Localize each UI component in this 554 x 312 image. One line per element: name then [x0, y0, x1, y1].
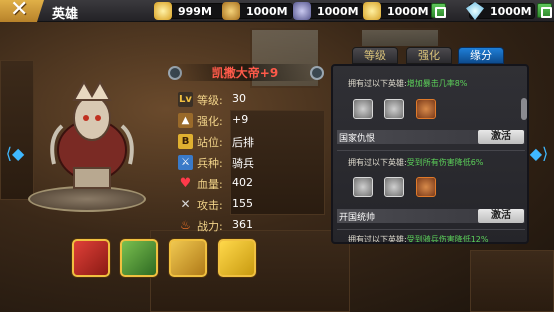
close-button[interactable]: ✕ — [0, 0, 44, 22]
fate-panel: 拥有过以下英雄:增加暴击几率8% 国家仇恨 激活 拥有过以下英雄:受到所有伤害降… — [331, 64, 529, 244]
fate-name: 国家仇恨 — [339, 134, 376, 144]
resource-gold-ingot: 1000M — [363, 2, 434, 20]
skill-tower-icon[interactable] — [120, 239, 158, 277]
resource-ore: 1000M — [222, 2, 293, 20]
fate-requirement: 拥有过以下英雄:增加暴击几率8% — [348, 79, 468, 88]
crystal-icon — [293, 2, 311, 20]
add-resource-button[interactable] — [431, 3, 446, 18]
stat-hp: ♥ 血量: 402 — [179, 176, 253, 191]
hero-portrait-icon[interactable] — [353, 177, 373, 197]
add-diamond-button[interactable] — [537, 3, 552, 18]
fate-requirement: 拥有过以下英雄:受到所有伤害降低6% — [348, 158, 484, 167]
stat-level: Lv 等级: 30 — [178, 92, 246, 107]
hero-portrait-icon[interactable] — [353, 99, 373, 119]
stat-position: B 站位: 后排 — [178, 132, 288, 153]
top-bar: ✕ 英雄 999M 1000M 1000M 1000M 1000M — [0, 0, 554, 22]
stat-enhance: ▲ 强化: +9 — [178, 111, 288, 132]
resource-diamond: 1000M — [466, 2, 535, 20]
close-x-icon: ✕ — [10, 0, 29, 22]
stat-unit-type: ⚔ 兵种: 骑兵 — [178, 153, 288, 174]
activate-button[interactable]: 激活 — [478, 209, 524, 223]
hero-portrait-icon[interactable] — [416, 99, 436, 119]
next-hero-arrow-icon[interactable]: ◆⟩ — [528, 144, 550, 163]
diamond-icon — [466, 2, 484, 20]
tab-level[interactable]: 等级 — [352, 47, 398, 64]
gold-ingot-icon — [363, 2, 381, 20]
fire-icon: ♨ — [180, 218, 191, 232]
skill-bone-icon[interactable] — [169, 239, 207, 277]
gold-coin-icon — [154, 2, 172, 20]
tab-enhance[interactable]: 强化 — [406, 47, 452, 64]
resource-gold: 999M — [154, 2, 225, 20]
hero-portrait-icon[interactable] — [384, 99, 404, 119]
hero-portrait-icon[interactable] — [384, 177, 404, 197]
page-title: 英雄 — [52, 7, 79, 22]
heart-icon: ♥ — [179, 176, 192, 191]
swords-icon: ✕ — [180, 197, 191, 211]
position-icon: B — [178, 134, 193, 149]
scrollbar[interactable] — [521, 98, 527, 120]
unit-type-icon: ⚔ — [178, 155, 193, 170]
tab-fate[interactable]: 缘分 — [458, 47, 504, 64]
stat-attack: ✕ 攻击: 155 — [178, 195, 288, 216]
resource-crystal: 1000M — [293, 2, 364, 20]
hero-stats: Lv 等级: 30 ▲ 强化: +9 B 站位: 后排 ⚔ 兵种: 骑兵 ♥ 血… — [178, 90, 288, 237]
fate-name: 开国统帅 — [339, 213, 376, 223]
hero-figure — [50, 79, 134, 189]
skill-bear-icon[interactable] — [218, 239, 256, 277]
right-gear-icon — [310, 66, 324, 80]
ore-icon — [222, 2, 240, 20]
hero-name: 凯撒大帝+9 — [170, 64, 320, 81]
fate-requirement: 拥有过以下英雄:受到骑兵伤害降低12% — [348, 235, 489, 244]
stat-power: ♨ 战力: 361 — [178, 216, 288, 237]
lv-icon: Lv — [178, 92, 193, 107]
hero-portrait-icon[interactable] — [416, 177, 436, 197]
prev-hero-arrow-icon[interactable]: ⟨◆ — [4, 144, 26, 163]
enhance-icon: ▲ — [178, 113, 193, 128]
activate-button[interactable]: 激活 — [478, 130, 524, 144]
skill-beast-icon[interactable] — [72, 239, 110, 277]
